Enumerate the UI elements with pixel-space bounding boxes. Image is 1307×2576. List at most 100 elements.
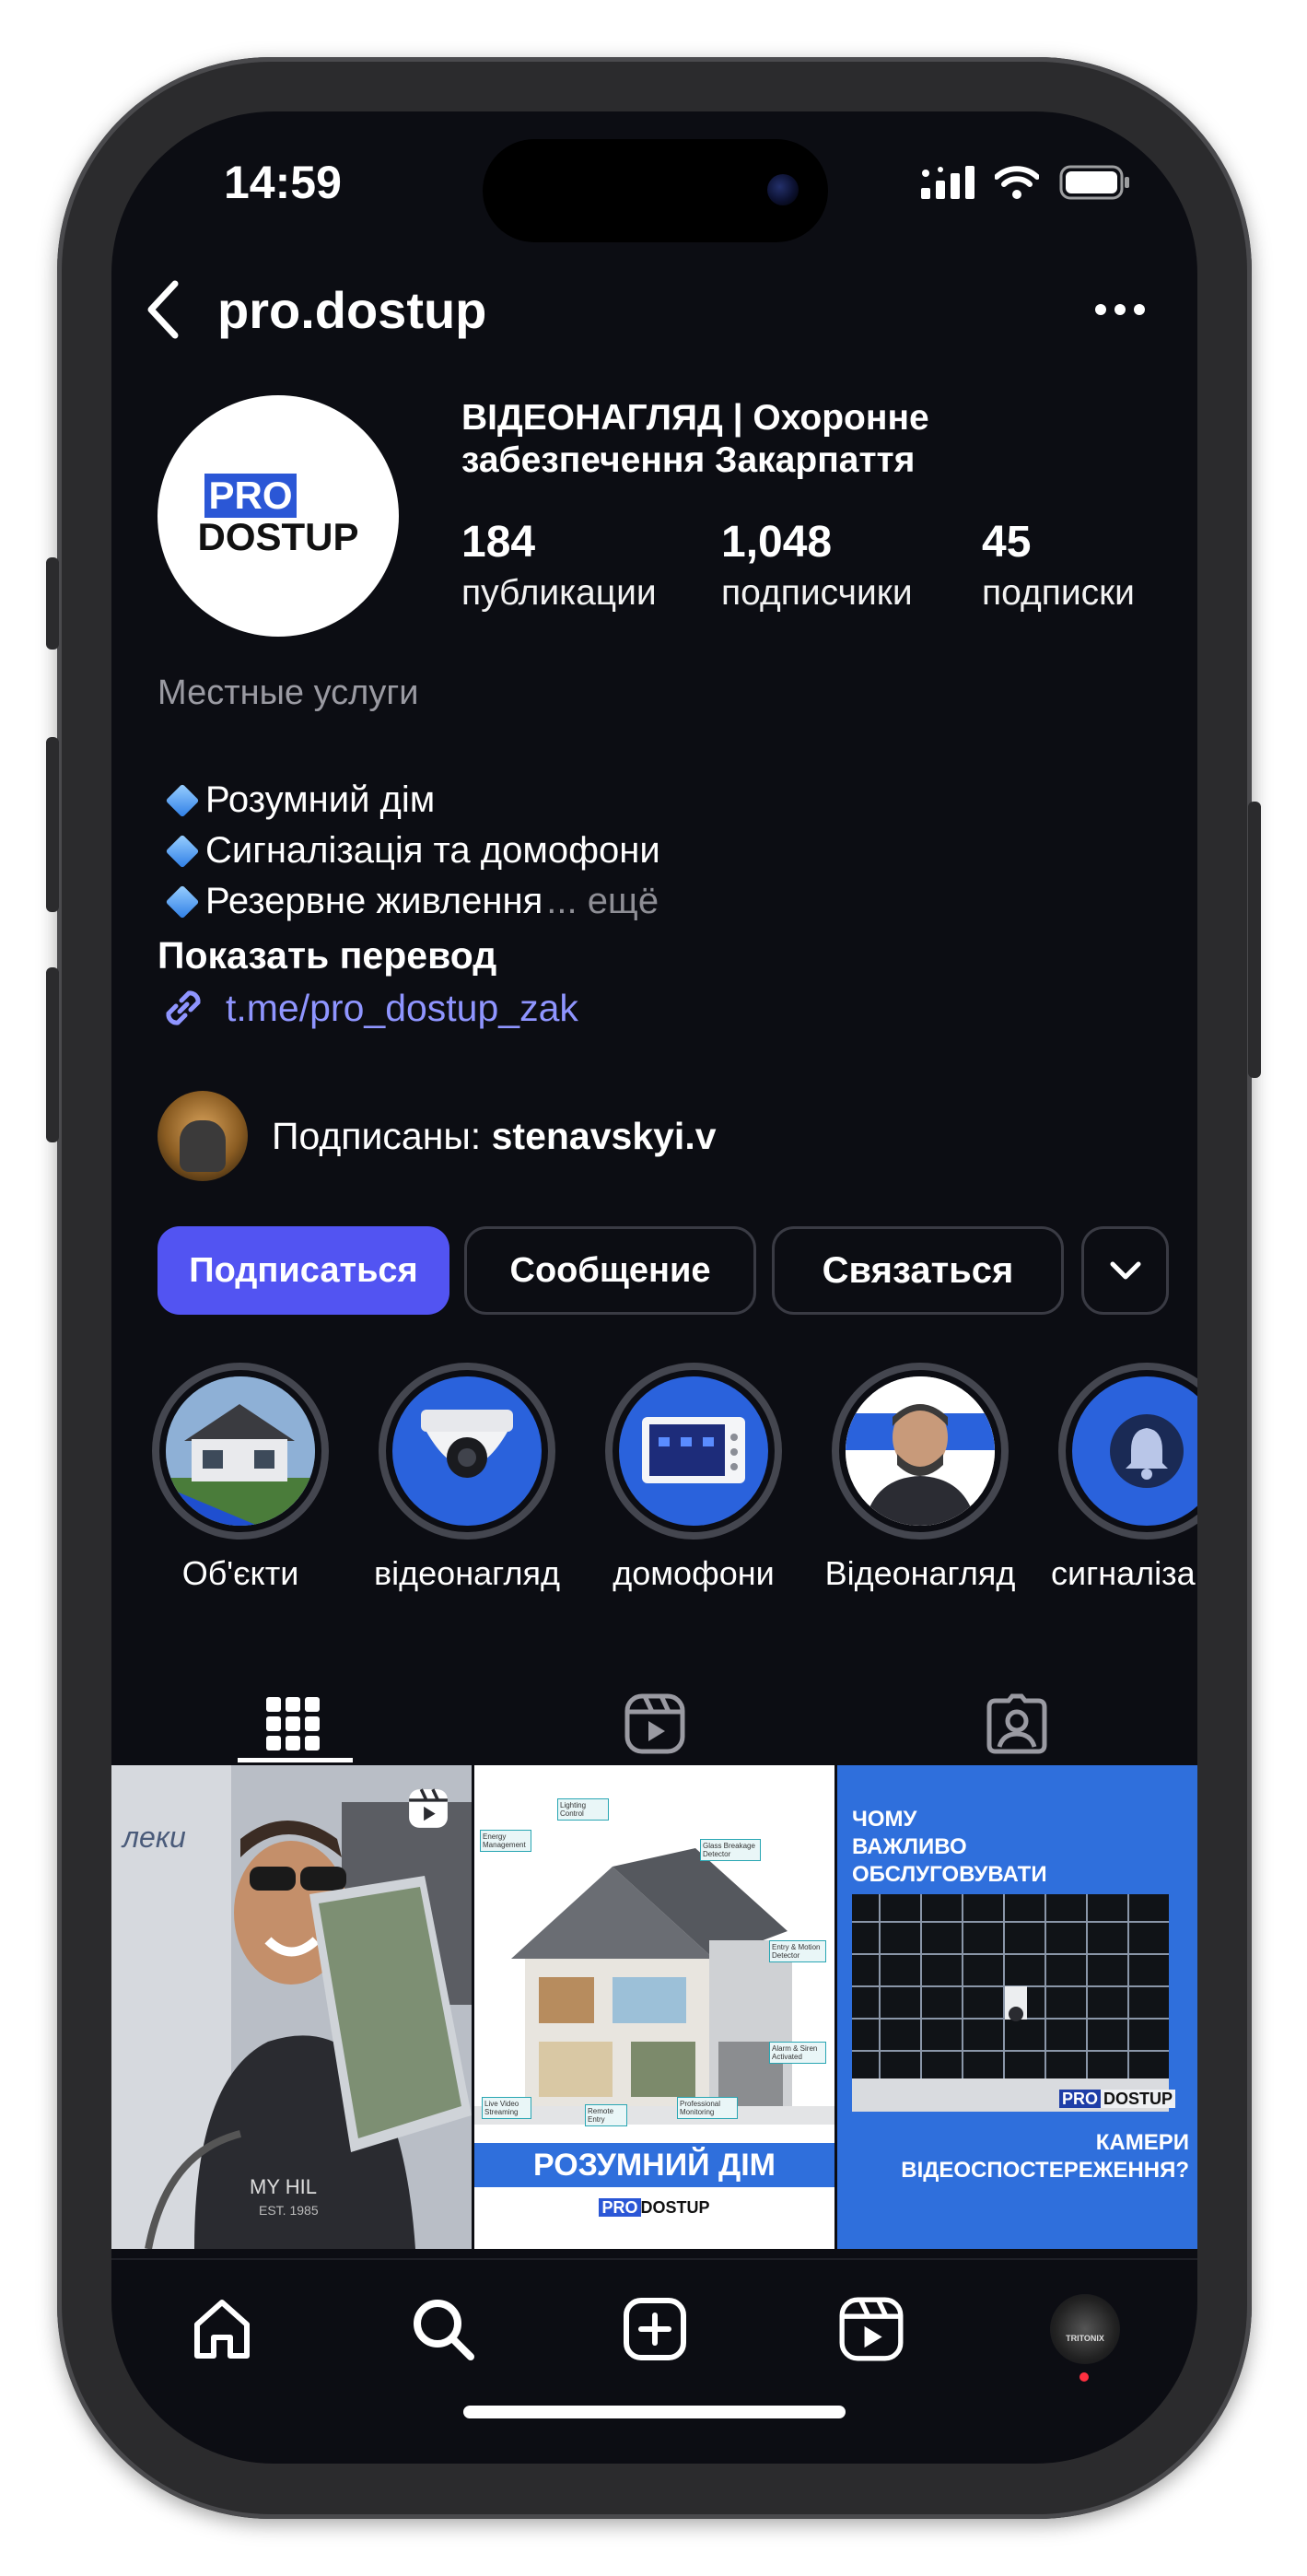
nav-reels[interactable] bbox=[830, 2288, 913, 2371]
ellipsis-icon bbox=[1095, 304, 1145, 315]
phone-screen: 14:59 pro.dostup PRO DOSTUP ВІДЕОНАГЛЯД … bbox=[111, 111, 1197, 2464]
post-thumbnail[interactable]: леки MY HIL EST. 1985 bbox=[111, 1765, 472, 2249]
label-alarm: Alarm & Siren Activated bbox=[769, 2042, 826, 2064]
tagged-icon bbox=[986, 1693, 1046, 1754]
bio-more-link[interactable]: ... ещё bbox=[546, 876, 659, 927]
highlight-label: домофони bbox=[613, 1554, 775, 1592]
blue-diamond-icon bbox=[165, 783, 200, 817]
home-indicator[interactable] bbox=[463, 2406, 846, 2418]
follower-avatar bbox=[158, 1091, 248, 1181]
highlight-ring bbox=[1058, 1363, 1197, 1540]
post-3-logo-pro: PRO bbox=[1058, 2090, 1101, 2108]
bio-line: Резервне живлення ... ещё bbox=[158, 876, 660, 927]
nav-profile[interactable]: TRITONIX bbox=[1044, 2288, 1126, 2382]
bio-line: Сигналізація та домофони bbox=[158, 825, 660, 876]
post-3-title: ЧОМУ ВАЖЛИВО ОБСЛУГОВУВАТИ bbox=[852, 1806, 1047, 1889]
contact-button[interactable]: Связаться bbox=[772, 1226, 1064, 1315]
nav-search[interactable] bbox=[402, 2288, 484, 2371]
more-options-button[interactable] bbox=[1083, 282, 1157, 337]
label-monitoring: Professional Monitoring bbox=[677, 2097, 738, 2119]
reels-icon bbox=[839, 2297, 904, 2361]
stat-following-count: 45 bbox=[982, 518, 1032, 567]
post-thumbnail[interactable]: ЧОМУ ВАЖЛИВО ОБСЛУГОВУВАТИ PRO DOSTUP КА… bbox=[837, 1765, 1197, 2249]
post-3-bottom: КАМЕРИ ВІДЕОСПОСТЕРЕЖЕННЯ? bbox=[837, 2129, 1189, 2184]
highlight-label: Відеонагляд bbox=[824, 1554, 1016, 1592]
highlight-label: Об'єкти bbox=[181, 1554, 299, 1592]
profile-avatar[interactable]: PRO DOSTUP bbox=[158, 395, 399, 637]
profile-thumb-text: TRITONIX bbox=[1066, 2334, 1104, 2343]
volume-down-button bbox=[46, 967, 59, 1142]
post-3-title-line: ВАЖЛИВО bbox=[852, 1834, 967, 1859]
story-highlights: Об'єкти відеонагляд домофони Відеонагляд… bbox=[111, 1363, 1197, 1592]
tab-tagged[interactable] bbox=[835, 1673, 1197, 1774]
show-translation-link[interactable]: Показать перевод bbox=[158, 934, 496, 978]
highlight-ring bbox=[605, 1363, 782, 1540]
back-button[interactable] bbox=[130, 275, 194, 345]
post-3-logo-dostup: DOSTUP bbox=[1100, 2090, 1175, 2108]
profile-category: Местные услуги bbox=[158, 673, 419, 712]
post-3-logo: PRO DOSTUP bbox=[1058, 2090, 1175, 2109]
reels-icon bbox=[624, 1693, 684, 1754]
highlight-ring bbox=[152, 1363, 329, 1540]
label-video: Live Video Streaming bbox=[482, 2097, 531, 2119]
status-time: 14:59 bbox=[224, 157, 342, 208]
search-icon bbox=[414, 2300, 474, 2360]
message-button[interactable]: Сообщение bbox=[464, 1226, 756, 1315]
stat-posts[interactable]: 184 публикации bbox=[461, 517, 657, 618]
highlight-item[interactable]: відеонагляд bbox=[366, 1363, 568, 1593]
intercom-screen-icon bbox=[619, 1376, 768, 1526]
profile-name-line2: забезпечення Закарпаття bbox=[461, 440, 916, 480]
profile-header: pro.dostup bbox=[111, 263, 1197, 356]
battery-icon bbox=[1059, 165, 1129, 200]
post-1-caption: леки bbox=[123, 1821, 186, 1854]
follow-button[interactable]: Подписаться bbox=[158, 1226, 449, 1315]
notification-dot bbox=[1079, 2372, 1089, 2382]
post-2-title: РОЗУМНИЙ ДІМ bbox=[532, 2147, 776, 2183]
stat-following[interactable]: 45 подписки bbox=[982, 517, 1135, 618]
stat-posts-label: публикации bbox=[461, 573, 657, 613]
highlight-item[interactable]: домофони bbox=[592, 1363, 795, 1593]
home-icon bbox=[194, 2300, 250, 2359]
post-2-logo-pro: PRO bbox=[599, 2198, 641, 2217]
reel-indicator-icon bbox=[409, 1788, 448, 1828]
header-username: pro.dostup bbox=[217, 281, 487, 339]
profile-name-line1: ВІДЕОНАГЛЯД | Охоронне bbox=[461, 398, 929, 438]
followed-by-row[interactable]: Подписаны: stenavskyi.v bbox=[158, 1091, 717, 1181]
profile-link[interactable]: t.me/pro_dostup_zak bbox=[158, 982, 578, 1034]
chevron-down-icon bbox=[1110, 1261, 1140, 1280]
action-button bbox=[46, 557, 59, 650]
post-image-ceiling-camera bbox=[852, 1894, 1169, 2112]
dynamic-island bbox=[483, 139, 828, 242]
highlight-item[interactable]: сигналіза bbox=[1045, 1363, 1197, 1593]
bio-text: Сигналізація та домофони bbox=[205, 830, 660, 871]
followed-by-prefix: Подписаны: bbox=[272, 1114, 482, 1157]
post-1-shirt-sub: EST. 1985 bbox=[259, 2203, 319, 2218]
chevron-left-icon bbox=[147, 280, 179, 339]
post-1-shirt: MY HIL bbox=[250, 2175, 317, 2198]
bottom-nav: TRITONIX bbox=[111, 2258, 1197, 2382]
profile-display-name: ВІДЕОНАГЛЯД | Охоронне забезпечення Зака… bbox=[461, 397, 1069, 482]
stat-followers[interactable]: 1,048 подписчики bbox=[721, 517, 913, 618]
profile-link-text: t.me/pro_dostup_zak bbox=[226, 986, 578, 1029]
highlight-label: сигналіза bbox=[1051, 1554, 1196, 1592]
highlight-item[interactable]: Об'єкти bbox=[139, 1363, 342, 1593]
stat-posts-count: 184 bbox=[461, 518, 536, 567]
avatar-logo-pro: PRO bbox=[204, 474, 297, 518]
post-2-logo: PRO DOSTUP bbox=[474, 2198, 834, 2218]
post-3-bottom-line: ВІДЕОСПОСТЕРЕЖЕННЯ? bbox=[901, 2158, 1189, 2183]
nav-home[interactable] bbox=[181, 2288, 263, 2371]
post-thumbnail[interactable]: Energy Management Lighting Control Glass… bbox=[474, 1765, 834, 2249]
status-icons bbox=[921, 165, 1131, 200]
bio-text: Розумний дім bbox=[205, 779, 436, 820]
label-energy: Energy Management bbox=[480, 1830, 531, 1852]
bio-line: Розумний дім bbox=[158, 775, 660, 825]
label-entry: Entry & Motion Detector bbox=[769, 1940, 826, 1962]
posts-grid: леки MY HIL EST. 1985 Energy Management … bbox=[111, 1765, 1197, 2254]
blue-diamond-icon bbox=[165, 834, 200, 868]
tab-reels[interactable] bbox=[473, 1673, 835, 1774]
house-photo-icon bbox=[166, 1376, 315, 1526]
stat-followers-label: подписчики bbox=[721, 573, 913, 613]
suggested-dropdown-button[interactable] bbox=[1081, 1226, 1169, 1315]
nav-create[interactable] bbox=[613, 2288, 696, 2371]
highlight-item[interactable]: Відеонагляд bbox=[819, 1363, 1021, 1593]
